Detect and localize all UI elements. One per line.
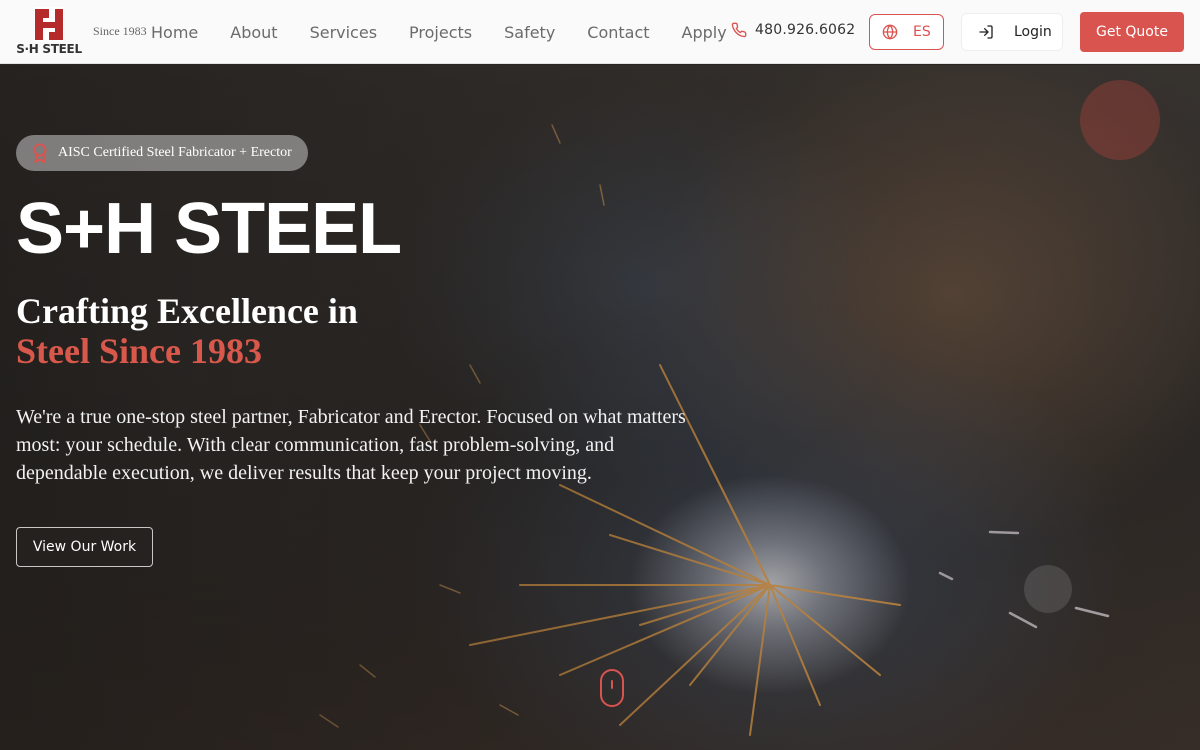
decorative-circle-top xyxy=(1080,80,1160,160)
hero-subtitle-line1: Crafting Excellence in xyxy=(16,291,358,331)
language-label: ES xyxy=(913,24,931,40)
certification-badge: AISC Certified Steel Fabricator + Erecto… xyxy=(16,135,308,171)
award-icon xyxy=(33,143,47,163)
hero-subtitle-line2: Steel Since 1983 xyxy=(16,331,262,371)
logo-mark xyxy=(34,7,64,42)
scroll-wheel-dot xyxy=(611,680,613,689)
hero-description: We're a true one-stop steel partner, Fab… xyxy=(16,406,686,484)
logo-wordmark: S·H STEEL xyxy=(16,42,82,56)
nav-link-apply[interactable]: Apply xyxy=(682,23,727,42)
brand-logo[interactable]: S·H STEEL xyxy=(16,7,82,56)
top-navigation: S·H STEEL Since 1983 Home About Services… xyxy=(0,0,1200,64)
main-menu: Home About Services Projects Safety Cont… xyxy=(151,0,727,64)
phone-link[interactable]: 480.926.6062 xyxy=(731,22,855,38)
since-tagline: Since 1983 xyxy=(93,24,147,38)
language-toggle-button[interactable]: ES xyxy=(869,14,944,50)
nav-link-services[interactable]: Services xyxy=(310,23,377,42)
log-in-icon xyxy=(979,25,993,39)
phone-number: 480.926.6062 xyxy=(755,22,856,38)
nav-link-home[interactable]: Home xyxy=(151,23,198,42)
phone-icon xyxy=(731,22,747,38)
globe-icon xyxy=(882,24,898,40)
nav-link-safety[interactable]: Safety xyxy=(504,23,555,42)
mouse-scroll-icon[interactable] xyxy=(600,669,624,707)
hero-title: S+H STEEL xyxy=(16,189,402,269)
get-quote-button[interactable]: Get Quote xyxy=(1080,12,1184,52)
nav-link-contact[interactable]: Contact xyxy=(587,23,649,42)
badge-text: AISC Certified Steel Fabricator + Erecto… xyxy=(58,145,292,160)
decorative-circle-bottom xyxy=(1024,565,1072,613)
view-our-work-button[interactable]: View Our Work xyxy=(16,527,153,567)
login-label: Login xyxy=(1014,24,1052,40)
nav-link-projects[interactable]: Projects xyxy=(409,23,472,42)
nav-link-about[interactable]: About xyxy=(230,23,277,42)
hero-section: AISC Certified Steel Fabricator + Erecto… xyxy=(0,65,1200,750)
hero-subtitle: Crafting Excellence in Steel Since 1983 xyxy=(16,291,358,371)
login-button[interactable]: Login xyxy=(961,13,1063,51)
